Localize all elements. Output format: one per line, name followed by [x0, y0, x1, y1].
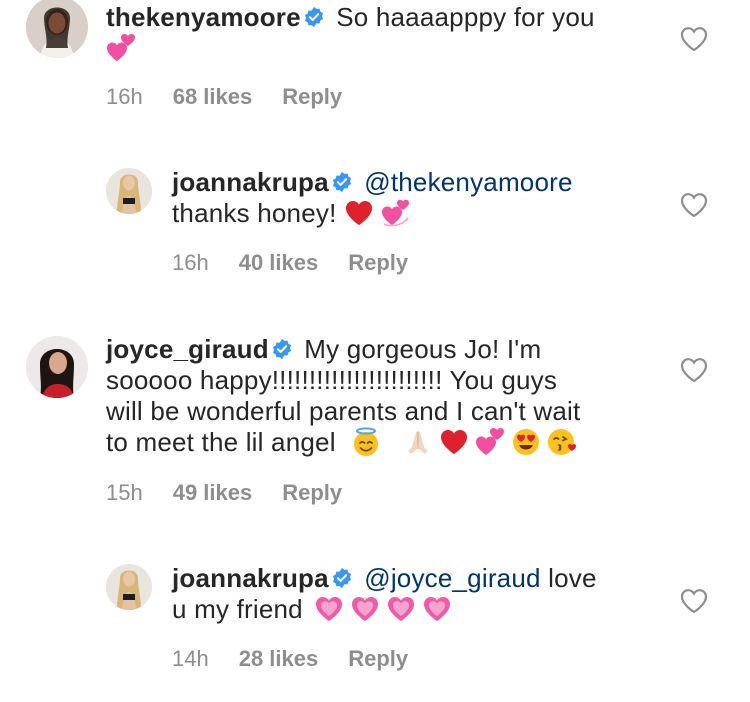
face-blowing-kiss-icon [547, 427, 577, 457]
timestamp: 14h [172, 646, 209, 671]
username[interactable]: joannakrupa [172, 167, 329, 197]
verified-badge-icon [303, 6, 325, 28]
reply-button[interactable]: Reply [282, 84, 342, 109]
username[interactable]: joannakrupa [172, 563, 329, 593]
timestamp: 16h [106, 84, 143, 109]
timestamp: 16h [172, 250, 209, 275]
timestamp: 15h [106, 480, 143, 505]
avatar[interactable] [106, 168, 152, 214]
like-heart-icon[interactable] [680, 192, 708, 218]
username[interactable]: joyce_giraud [106, 334, 269, 364]
reply-button[interactable]: Reply [348, 250, 408, 275]
reply-button[interactable]: Reply [348, 646, 408, 671]
growing-heart-icon [350, 594, 380, 624]
comment-text-line-1: My gorgeous Jo! I'm [304, 334, 542, 364]
growing-heart-icon [422, 594, 452, 624]
red-heart-icon [344, 198, 374, 228]
likes-count[interactable]: 40 likes [239, 250, 319, 275]
like-heart-icon[interactable] [680, 26, 708, 52]
likes-count[interactable]: 28 likes [239, 646, 319, 671]
folded-hands-icon [403, 427, 433, 457]
like-heart-icon[interactable] [680, 357, 708, 383]
red-heart-icon [439, 427, 469, 457]
mention-link[interactable]: @joyce_giraud [364, 563, 540, 593]
likes-count[interactable]: 49 likes [173, 480, 253, 505]
like-heart-icon[interactable] [680, 588, 708, 614]
comment-text: thanks honey! [172, 198, 337, 228]
revolving-hearts-icon [380, 198, 410, 228]
avatar[interactable] [26, 336, 88, 398]
comment-text-line-2: u my friend [172, 594, 303, 624]
username[interactable]: thekenyamoore [106, 2, 301, 32]
comment-text-line-1: love [548, 563, 597, 593]
avatar[interactable] [26, 0, 88, 58]
mention-link[interactable]: @thekenyamoore [364, 167, 572, 197]
smiling-face-with-halo-icon [351, 427, 381, 457]
reply-button[interactable]: Reply [282, 480, 342, 505]
avatar[interactable] [106, 564, 152, 610]
growing-heart-icon [314, 594, 344, 624]
comment-text-line-4: to meet the lil angel [106, 427, 336, 457]
verified-badge-icon [271, 338, 293, 360]
comment-text-line-2: sooooo happy!!!!!!!!!!!!!!!!!!!!!!! You … [106, 365, 558, 395]
two-hearts-icon [475, 427, 505, 457]
verified-badge-icon [331, 171, 353, 193]
growing-heart-icon [386, 594, 416, 624]
comment-text: So haaaapppy for you [336, 2, 595, 32]
two-hearts-icon [106, 33, 136, 63]
comment-text-line-3: will be wonderful parents and I can't wa… [106, 396, 581, 426]
likes-count[interactable]: 68 likes [173, 84, 253, 109]
verified-badge-icon [331, 567, 353, 589]
heart-eyes-icon [511, 427, 541, 457]
